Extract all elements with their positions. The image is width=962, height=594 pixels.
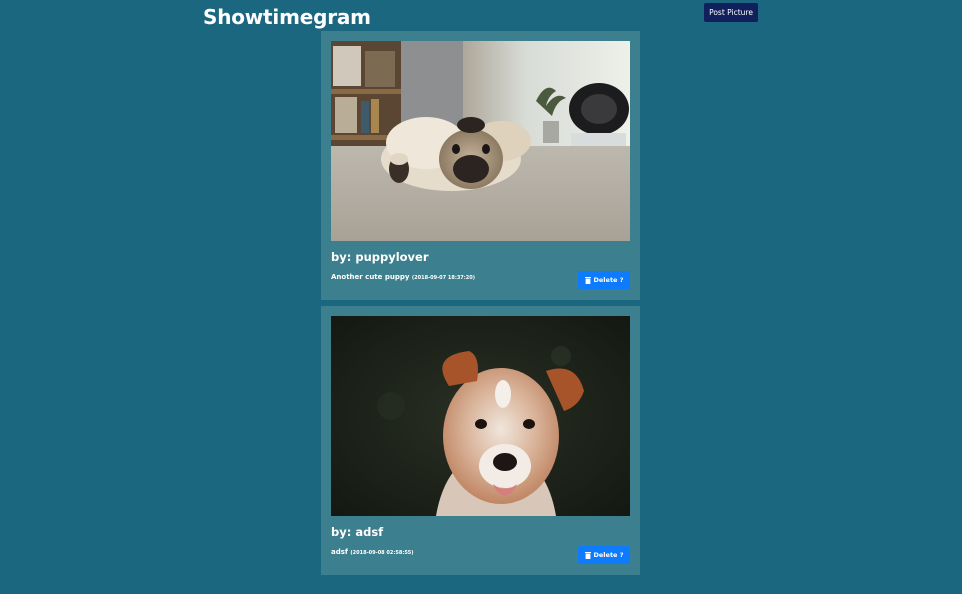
trash-icon bbox=[584, 551, 591, 559]
post-caption-line: Another cute puppy (2018-09-07 18:37:20) bbox=[331, 272, 475, 283]
post-timestamp: (2018-09-07 18:37:20) bbox=[411, 275, 476, 281]
post-author: by: puppylover bbox=[331, 250, 429, 264]
post-timestamp: (2018-09-08 02:58:55) bbox=[350, 550, 414, 556]
delete-post-button[interactable]: Delete ? bbox=[578, 271, 630, 289]
post-card: by: puppylover Another cute puppy (2018-… bbox=[321, 31, 640, 300]
trash-icon bbox=[584, 276, 591, 284]
post-picture-button[interactable]: Post Picture bbox=[704, 3, 758, 22]
app-title: Showtimegram bbox=[203, 5, 371, 29]
page: Showtimegram Post Picture by: puppylover… bbox=[0, 0, 962, 594]
post-caption: adsf bbox=[331, 548, 348, 556]
post-caption: Another cute puppy bbox=[331, 273, 410, 281]
post-author: by: adsf bbox=[331, 525, 384, 539]
post-feed: by: puppylover Another cute puppy (2018-… bbox=[321, 31, 640, 581]
delete-button-label: Delete ? bbox=[593, 551, 624, 559]
delete-button-label: Delete ? bbox=[593, 276, 624, 284]
post-image-pug[interactable] bbox=[331, 41, 630, 241]
post-card: by: adsf adsf (2018-09-08 02:58:55) Dele… bbox=[321, 306, 640, 575]
delete-post-button[interactable]: Delete ? bbox=[578, 546, 630, 564]
post-caption-line: adsf (2018-09-08 02:58:55) bbox=[331, 547, 414, 558]
post-image-puppy[interactable] bbox=[331, 316, 630, 516]
